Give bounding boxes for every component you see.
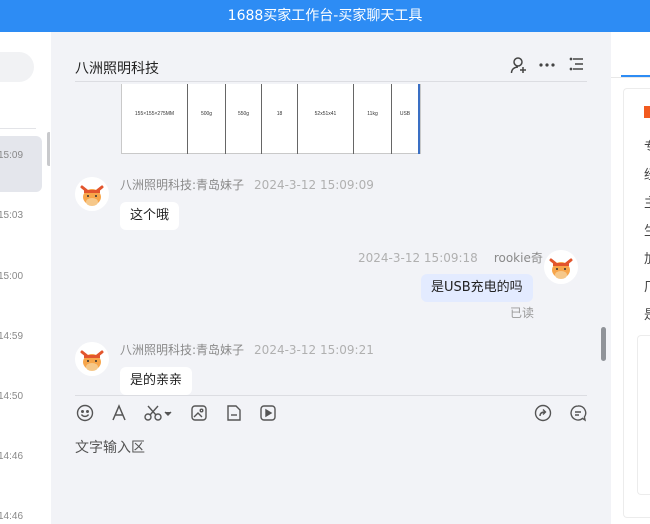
info-label: 生 [644,220,650,239]
product-table-cell: 550g [226,84,262,154]
session-time: 15:03 [0,210,24,221]
chat-scrollbar[interactable] [601,327,606,361]
message-time: 2024-3-12 15:09:18 [358,251,478,265]
message-time: 2024-3-12 15:09:09 [254,178,374,192]
chat-title: 八洲照明科技 [75,61,159,77]
message-sender: 八洲照明科技:青岛妹子 [120,343,245,357]
more-options-icon[interactable] [537,56,557,76]
session-list: 15:09 15:03 15:00 14:59 14:50 14:46 14:4… [0,32,50,524]
session-time: 15:09 [0,150,24,161]
info-label: 经 [644,164,650,183]
right-info-panel: 专 经 主 生 加 厂 是 [611,32,650,524]
image-icon[interactable] [188,404,210,426]
session-time: 14:59 [0,331,24,342]
right-panel-divider [611,77,650,78]
menu-list-icon[interactable] [567,56,587,76]
message-bubble[interactable]: 是的亲亲 [120,367,193,395]
message-sender: rookie奇 [493,251,543,265]
product-table-cell: 155×155×275MM [122,84,188,154]
message-sender: 八洲照明科技:青岛妹子 [120,178,245,192]
product-table-cell: 11kg [354,84,392,154]
seller-avatar[interactable] [75,342,109,376]
chat-header: 八洲照明科技 [75,56,587,82]
video-icon[interactable] [257,404,279,426]
info-subcard [637,335,650,495]
product-table-cell: 18 [262,84,298,154]
session-time: 14:50 [0,391,24,402]
file-icon[interactable] [223,404,245,426]
toolbar-divider [75,395,587,396]
info-label: 主 [644,192,650,211]
session-list-divider [0,128,36,129]
chat-panel: 八洲照明科技 155×155×275MM 500g 550g 18 52x51x… [51,32,611,524]
message-bubble[interactable]: 这个哦 [120,202,180,230]
info-label: 是 [644,304,650,323]
window-title-bar: 1688买家工作台-买家聊天工具 [0,0,650,32]
screenshot-icon[interactable] [142,404,174,426]
product-table-cell: 500g [188,84,226,154]
message-time: 2024-3-12 15:09:21 [254,343,374,357]
message-meta: 八洲照明科技:青岛妹子 2024-3-12 15:09:09 [120,176,374,193]
session-item-active[interactable] [0,136,42,192]
session-time: 14:46 [0,511,24,522]
share-icon[interactable] [532,404,554,426]
seller-avatar[interactable] [75,177,109,211]
session-search-input[interactable] [0,52,34,82]
add-contact-icon[interactable] [509,56,529,76]
info-label: 专 [644,136,650,155]
product-image-message[interactable]: 155×155×275MM 500g 550g 18 52x51x41 11kg… [121,84,421,154]
session-time: 15:00 [0,271,24,282]
product-table-cell: USB [392,84,420,154]
font-icon[interactable] [108,404,130,426]
emoji-icon[interactable] [74,404,96,426]
session-time: 14:46 [0,451,24,462]
product-table-cell: 52x51x41 [298,84,354,154]
chat-history-icon[interactable] [567,404,589,426]
message-bubble[interactable]: 是USB充电的吗 [421,274,533,302]
shop-badge [644,106,650,118]
window-title: 1688买家工作台-买家聊天工具 [227,8,423,24]
info-label: 厂 [644,276,650,295]
message-input[interactable] [75,437,587,517]
read-status: 已读 [510,306,535,320]
session-list-scrollbar[interactable] [47,132,50,166]
message-meta: 八洲照明科技:青岛妹子 2024-3-12 15:09:21 [120,341,374,358]
my-avatar[interactable] [544,250,578,284]
info-label: 加 [644,248,650,267]
message-meta: 2024-3-12 15:09:18 rookie奇 [358,249,543,266]
